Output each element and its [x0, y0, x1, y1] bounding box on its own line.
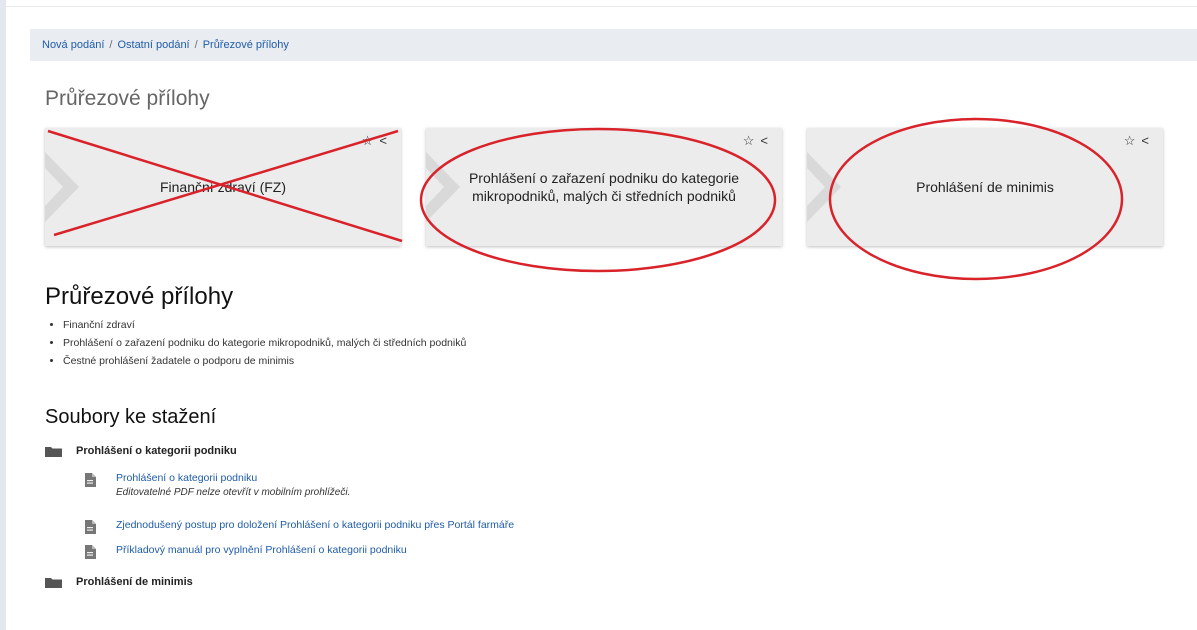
file-item: Prohlášení o kategorii podniku Editovate…: [84, 472, 350, 498]
tile-de-minimis[interactable]: ☆< Prohlášení de minimis: [807, 128, 1163, 246]
left-edge-bar: [0, 0, 6, 630]
downloads-title: Soubory ke stažení: [45, 406, 217, 428]
tile-label: Prohlášení de minimis: [916, 179, 1054, 195]
attachment-list: Finanční zdraví Prohlášení o zařazení po…: [45, 316, 466, 370]
pdf-file-icon: [85, 473, 96, 487]
file-link[interactable]: Příkladový manuál pro vyplnění Prohlášen…: [116, 544, 407, 556]
file-item: Příkladový manuál pro vyplnění Prohlášen…: [84, 544, 407, 559]
breadcrumb: Nová podání / Ostatní podání / Průřezové pří…: [30, 29, 1197, 61]
breadcrumb-item-nova-podani[interactable]: Nová podání: [42, 39, 104, 51]
tile-financni-zdravi[interactable]: ☆< Finanční zdraví (FZ): [45, 128, 401, 246]
file-link[interactable]: Zjednodušený postup pro doložení Prohláš…: [116, 519, 514, 531]
file-link[interactable]: Prohlášení o kategorii podniku: [116, 472, 257, 484]
breadcrumb-separator: /: [109, 39, 113, 51]
list-item: Finanční zdraví: [63, 316, 466, 334]
list-item: Čestné prohlášení žadatele o podporu de …: [63, 352, 466, 370]
tile-label: Finanční zdraví (FZ): [159, 179, 287, 195]
folder-icon: [45, 446, 62, 457]
section-title: Průřezové přílohy: [45, 283, 234, 310]
folder-icon: [45, 577, 62, 588]
pdf-file-icon: [85, 545, 96, 559]
folder-label: Prohlášení de minimis: [76, 576, 193, 588]
breadcrumb-item-prurezove-prilohy[interactable]: Průřezové přílohy: [203, 39, 289, 51]
breadcrumb-separator: /: [194, 39, 198, 51]
folder-label: Prohlášení o kategorii podniku: [76, 445, 237, 457]
breadcrumb-item-ostatni-podani[interactable]: Ostatní podání: [117, 39, 189, 51]
pdf-file-icon: [85, 520, 96, 534]
file-item: Zjednodušený postup pro doložení Prohláš…: [84, 519, 514, 534]
list-item: Prohlášení o zařazení podniku do kategor…: [63, 334, 466, 352]
top-divider: [6, 6, 1197, 7]
page-title: Průřezové přílohy: [45, 87, 210, 110]
tile-kategorie-podniku[interactable]: ☆< Prohlášení o zařazení podniku do kate…: [426, 128, 782, 246]
tile-label: Prohlášení o zařazení podniku do kategor…: [468, 170, 740, 204]
folder-de-minimis[interactable]: Prohlášení de minimis: [45, 576, 193, 588]
folder-kategorie-podniku[interactable]: Prohlášení o kategorii podniku: [45, 445, 237, 457]
file-note: Editovatelné PDF nelze otevřít v mobilní…: [116, 487, 351, 498]
